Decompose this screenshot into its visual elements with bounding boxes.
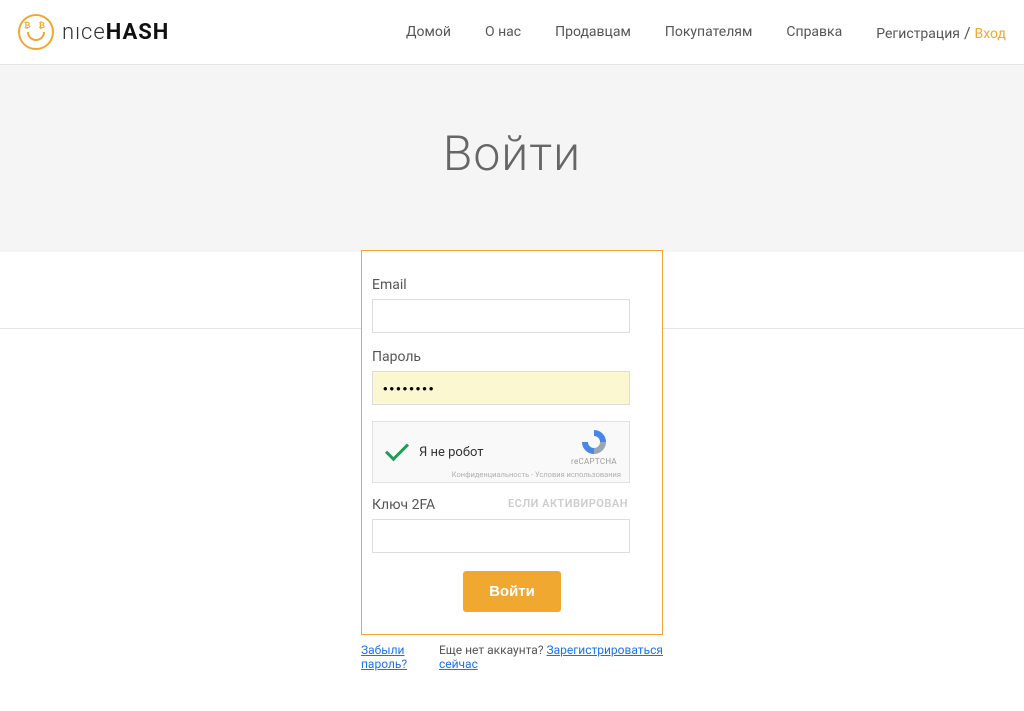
logo[interactable]: nıceHASH: [18, 14, 169, 50]
submit-row: Войти: [372, 571, 652, 612]
twofa-hint: ЕСЛИ АКТИВИРОВАН: [508, 497, 628, 510]
email-group: Email: [372, 277, 652, 333]
twofa-input[interactable]: [372, 519, 630, 553]
under-card: Забыли пароль? Еще нет аккаунта? Зарегис…: [361, 643, 663, 671]
recaptcha-label: Я не робот: [419, 445, 484, 460]
no-account-text: Еще нет аккаунта? Зарегистрироваться сей…: [439, 643, 663, 671]
password-group: Пароль: [372, 349, 652, 405]
main-nav: Домой О нас Продавцам Покупателям Справк…: [406, 23, 1006, 42]
email-input[interactable]: [372, 299, 630, 333]
recaptcha-checkmark-icon: [385, 440, 409, 464]
logo-right: HASH: [106, 20, 170, 45]
nav-home[interactable]: Домой: [406, 24, 451, 40]
logo-text: nıceHASH: [62, 20, 169, 45]
hero-banner: Войти: [0, 64, 1024, 252]
nav-register[interactable]: Регистрация: [876, 26, 960, 42]
recaptcha-logo-icon: [580, 428, 608, 456]
password-input[interactable]: [372, 371, 630, 405]
twofa-group: Ключ 2FA ЕСЛИ АКТИВИРОВАН: [372, 497, 652, 553]
main-content: Email Пароль Я не робот reCAPTCHA: [0, 252, 1024, 635]
login-button[interactable]: Войти: [463, 571, 561, 612]
nav-login[interactable]: Вход: [975, 26, 1006, 42]
nav-help[interactable]: Справка: [786, 24, 842, 40]
nav-about[interactable]: О нас: [485, 24, 521, 40]
recaptcha-privacy: Конфиденциальность - Условия использован…: [452, 470, 621, 479]
password-label: Пароль: [372, 349, 652, 365]
logo-smiley-icon: [18, 14, 54, 50]
recaptcha-widget[interactable]: Я не робот reCAPTCHA Конфиденциальность …: [372, 421, 630, 483]
recaptcha-brand: reCAPTCHA: [567, 457, 621, 466]
no-account-prefix: Еще нет аккаунта?: [439, 643, 547, 657]
nav-buyers[interactable]: Покупателям: [665, 24, 753, 40]
logo-left: nıce: [62, 20, 106, 45]
forgot-password-link[interactable]: Забыли пароль?: [361, 643, 439, 671]
under-card-wrapper: Забыли пароль? Еще нет аккаунта? Зарегис…: [0, 635, 1024, 711]
top-header: nıceHASH Домой О нас Продавцам Покупател…: [0, 0, 1024, 64]
page-title: Войти: [0, 125, 1024, 182]
nav-sep: /: [960, 23, 975, 42]
nav-sellers[interactable]: Продавцам: [555, 24, 631, 40]
nav-auth: Регистрация / Вход: [876, 23, 1006, 42]
login-card: Email Пароль Я не робот reCAPTCHA: [361, 250, 663, 635]
recaptcha-badge: reCAPTCHA: [567, 428, 621, 466]
email-label: Email: [372, 277, 652, 293]
